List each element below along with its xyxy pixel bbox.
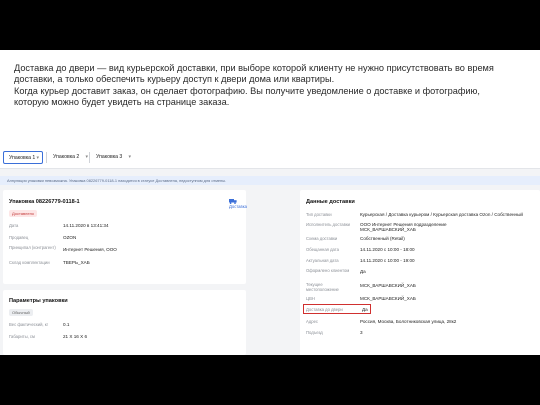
row-value: Курьерская / Доставка курьером / Курьерс… <box>360 212 523 217</box>
row-value: 0.1 <box>63 322 70 327</box>
row-label: Адрес <box>306 319 318 324</box>
door-delivery-highlight <box>303 304 371 314</box>
row-label: Оформлено клиентом <box>306 268 350 273</box>
tab-package-2[interactable]: Упаковка 2 ▾ <box>48 151 91 164</box>
row-value: ТВЕРЬ_ХАБ <box>63 260 90 265</box>
tab-divider <box>89 152 90 163</box>
row-value: 14.11.2020 в 13:41:34 <box>63 223 109 228</box>
delivery-action[interactable]: Доставка <box>229 199 247 209</box>
row-label: Габариты, см <box>9 334 35 339</box>
row-label: Дата <box>9 223 19 228</box>
top-black-band <box>0 0 540 50</box>
cancel-notice-banner: Аннуляция упаковки невозможна. Упаковка … <box>0 176 540 185</box>
delivery-action-label: Доставка <box>229 204 247 210</box>
caption-paragraph-2: Когда курьер доставит заказ, он сделает … <box>14 85 480 108</box>
row-label: Схема доставки <box>306 236 338 241</box>
package-tabs: Упаковка 1 ▾ Упаковка 2 ▾ Упаковка 3 ▾ <box>0 148 540 169</box>
row-value: Да <box>360 269 366 274</box>
row-value: OZON <box>63 235 77 240</box>
tab-label: Упаковка 1 <box>9 155 36 161</box>
row-label: Обещанная дата <box>306 247 339 252</box>
tab-label: Упаковка 2 <box>53 154 80 160</box>
row-value: 14.11.2020 с 10:00 - 19:00 <box>360 258 415 263</box>
package-card: Упаковка 08226779-0118-1 Доставлено Дост… <box>3 190 247 284</box>
chevron-down-icon: ▾ <box>85 154 88 160</box>
delivery-title: Данные доставки <box>306 199 355 205</box>
row-value: Интернет Решения, ООО <box>63 247 117 252</box>
params-title: Параметры упаковки <box>9 298 68 304</box>
tab-package-1[interactable]: Упаковка 1 ▾ <box>3 151 43 164</box>
slide-caption: Доставка до двери — вид курьерской доста… <box>14 63 514 109</box>
row-label: Исполнитель доставки <box>306 222 351 227</box>
order-page-screenshot: Упаковка 1 ▾ Упаковка 2 ▾ Упаковка 3 ▾ А… <box>0 148 540 355</box>
params-card: Параметры упаковки Обычный Вес фактическ… <box>3 290 246 355</box>
row-label: ЦВН <box>306 296 315 301</box>
caption-paragraph-1: Доставка до двери — вид курьерской доста… <box>14 63 494 85</box>
tab-package-3[interactable]: Упаковка 3 ▾ <box>91 151 134 164</box>
tab-divider <box>46 152 47 163</box>
package-title: Упаковка 08226779-0118-1 <box>9 199 80 205</box>
row-value: ООО Интернет Решения подразделение МСК_В… <box>360 222 447 233</box>
row-label: Принципал (контрагент) <box>9 245 56 250</box>
row-label: Текущее местоположение <box>306 282 339 292</box>
row-value: Россия, Москва, Болотниковская улица, 28… <box>360 319 457 324</box>
tab-label: Упаковка 3 <box>96 154 123 160</box>
row-value: 14.11.2020 с 10:00 - 18:00 <box>360 247 415 252</box>
row-value: 3 <box>360 330 363 335</box>
row-label: Вес фактический, кг <box>9 322 49 327</box>
row-label: Склад комплектации <box>9 260 50 265</box>
row-label: Подъезд <box>306 330 323 335</box>
bottom-black-band <box>0 355 540 405</box>
delivery-card: Данные доставки Тип доставки Курьерская … <box>300 190 540 355</box>
type-badge: Обычный <box>9 309 33 316</box>
row-value: Собственный (Retail) <box>360 236 405 241</box>
row-label: Актуальная дата <box>306 258 339 263</box>
row-label: Продавец <box>9 235 29 240</box>
row-value: 21 Х 16 Х 6 <box>63 334 88 339</box>
status-badge: Доставлено <box>9 210 38 217</box>
chevron-down-icon: ▾ <box>36 155 39 161</box>
row-label: Тип доставки <box>306 212 332 217</box>
chevron-down-icon: ▾ <box>128 154 131 160</box>
row-value: МСК_ВАРШАВСКИЙ_ХАБ <box>360 283 416 288</box>
row-value: МСК_ВАРШАВСКИЙ_ХАБ <box>360 296 416 301</box>
